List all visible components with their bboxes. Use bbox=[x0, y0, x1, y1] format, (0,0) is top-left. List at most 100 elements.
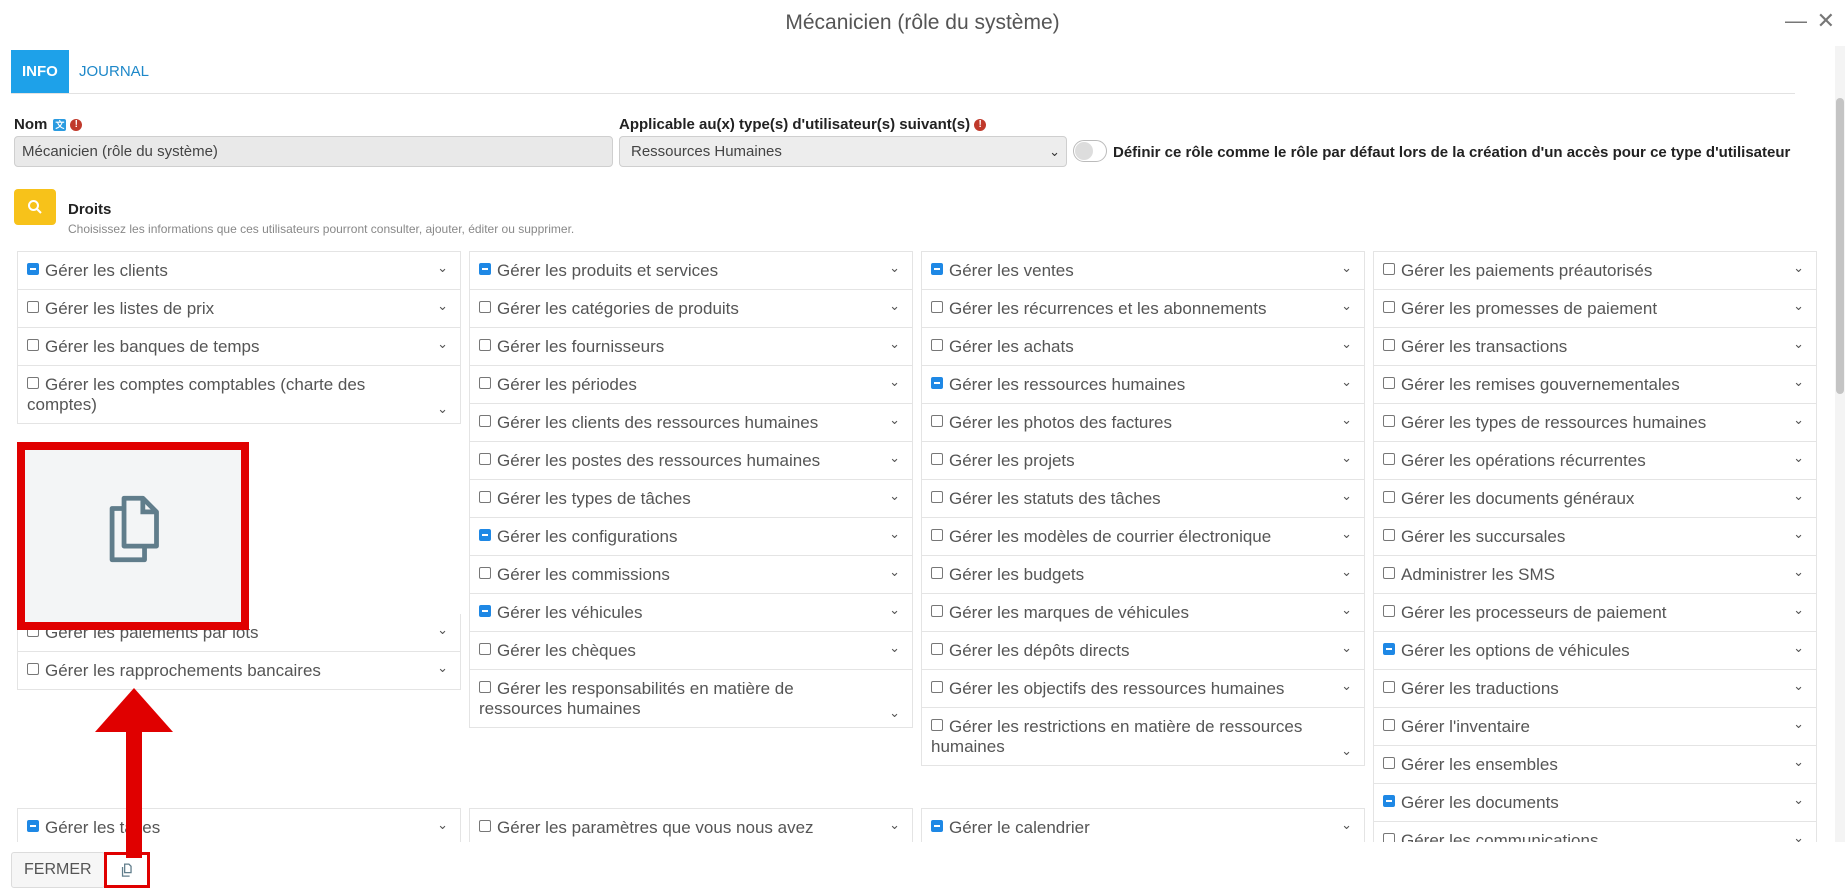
chevron-down-icon[interactable]: ⌄ bbox=[1341, 260, 1352, 276]
chevron-down-icon[interactable]: ⌄ bbox=[1341, 817, 1352, 833]
permission-item[interactable]: Gérer les dépôts directs ⌄ bbox=[921, 632, 1365, 670]
permission-item[interactable]: Gérer les remises gouvernementales ⌄ bbox=[1373, 366, 1817, 404]
permission-item[interactable]: Gérer les clients ⌄ bbox=[17, 251, 461, 290]
checkbox[interactable] bbox=[1383, 301, 1395, 313]
checkbox[interactable] bbox=[1383, 719, 1395, 731]
checkbox[interactable] bbox=[479, 415, 491, 427]
name-input[interactable]: Mécanicien (rôle du système) bbox=[14, 136, 613, 167]
permission-item[interactable]: Gérer les statuts des tâches ⌄ bbox=[921, 480, 1365, 518]
chevron-down-icon[interactable]: ⌄ bbox=[1793, 754, 1804, 770]
permission-item[interactable]: Gérer les ventes ⌄ bbox=[921, 251, 1365, 290]
chevron-down-icon[interactable]: ⌄ bbox=[1793, 374, 1804, 390]
permission-item[interactable]: Gérer l'inventaire ⌄ bbox=[1373, 708, 1817, 746]
default-role-toggle[interactable] bbox=[1073, 140, 1107, 162]
chevron-down-icon[interactable]: ⌄ bbox=[1793, 602, 1804, 618]
permission-item[interactable]: Gérer les récurrences et les abonnements… bbox=[921, 290, 1365, 328]
checkbox[interactable] bbox=[27, 339, 39, 351]
partial-checkbox[interactable] bbox=[479, 529, 491, 541]
tab-info[interactable]: INFO bbox=[11, 50, 69, 93]
chevron-down-icon[interactable]: ⌄ bbox=[889, 526, 900, 542]
chevron-down-icon[interactable]: ⌄ bbox=[889, 602, 900, 618]
chevron-down-icon[interactable]: ⌄ bbox=[437, 401, 448, 417]
permission-item[interactable]: Gérer les banques de temps ⌄ bbox=[17, 328, 461, 366]
permission-item[interactable]: Gérer les rapprochements bancaires ⌄ bbox=[17, 652, 461, 690]
permission-item[interactable]: Gérer les ensembles ⌄ bbox=[1373, 746, 1817, 784]
permission-item[interactable]: Gérer les clients des ressources humaine… bbox=[469, 404, 913, 442]
close-button[interactable]: FERMER bbox=[11, 852, 105, 888]
permission-item[interactable]: Gérer les transactions ⌄ bbox=[1373, 328, 1817, 366]
checkbox[interactable] bbox=[931, 415, 943, 427]
checkbox[interactable] bbox=[479, 377, 491, 389]
chevron-down-icon[interactable]: ⌄ bbox=[1793, 260, 1804, 276]
permission-item[interactable]: Gérer les documents ⌄ bbox=[1373, 784, 1817, 822]
chevron-down-icon[interactable]: ⌄ bbox=[437, 298, 448, 314]
checkbox[interactable] bbox=[27, 301, 39, 313]
partial-checkbox[interactable] bbox=[1383, 795, 1395, 807]
checkbox[interactable] bbox=[931, 301, 943, 313]
chevron-down-icon[interactable]: ⌄ bbox=[1341, 450, 1352, 466]
permission-item[interactable]: Gérer les modèles de courrier électroniq… bbox=[921, 518, 1365, 556]
chevron-down-icon[interactable]: ⌄ bbox=[889, 564, 900, 580]
partial-checkbox[interactable] bbox=[27, 263, 39, 275]
translate-icon[interactable]: 文 bbox=[53, 119, 67, 132]
checkbox[interactable] bbox=[27, 663, 39, 675]
chevron-down-icon[interactable]: ⌄ bbox=[437, 260, 448, 276]
close-icon[interactable]: ✕ bbox=[1817, 8, 1835, 34]
checkbox[interactable] bbox=[1383, 567, 1395, 579]
checkbox[interactable] bbox=[931, 491, 943, 503]
checkbox[interactable] bbox=[479, 339, 491, 351]
chevron-down-icon[interactable]: ⌄ bbox=[1341, 743, 1352, 759]
checkbox[interactable] bbox=[479, 681, 491, 693]
chevron-down-icon[interactable]: ⌄ bbox=[1793, 336, 1804, 352]
permission-item[interactable]: Gérer les objectifs des ressources humai… bbox=[921, 670, 1365, 708]
permission-item[interactable]: Gérer les ressources humaines ⌄ bbox=[921, 366, 1365, 404]
permission-item[interactable]: Gérer les chèques ⌄ bbox=[469, 632, 913, 670]
permission-item[interactable]: Gérer les fournisseurs ⌄ bbox=[469, 328, 913, 366]
checkbox[interactable] bbox=[931, 681, 943, 693]
minimize-icon[interactable]: — bbox=[1785, 8, 1807, 34]
checkbox[interactable] bbox=[931, 453, 943, 465]
chevron-down-icon[interactable]: ⌄ bbox=[1793, 640, 1804, 656]
scrollbar[interactable] bbox=[1835, 46, 1845, 842]
chevron-down-icon[interactable]: ⌄ bbox=[1793, 792, 1804, 808]
chevron-down-icon[interactable]: ⌄ bbox=[1793, 450, 1804, 466]
checkbox[interactable] bbox=[931, 643, 943, 655]
checkbox[interactable] bbox=[931, 605, 943, 617]
checkbox[interactable] bbox=[479, 567, 491, 579]
permission-item[interactable]: Gérer les documents généraux ⌄ bbox=[1373, 480, 1817, 518]
checkbox[interactable] bbox=[931, 339, 943, 351]
permission-item[interactable]: Gérer les responsabilités en matière de … bbox=[469, 670, 913, 728]
usertype-select[interactable]: Ressources Humaines ⌄ bbox=[619, 136, 1067, 167]
chevron-down-icon[interactable]: ⌄ bbox=[889, 705, 900, 721]
checkbox[interactable] bbox=[1383, 415, 1395, 427]
checkbox[interactable] bbox=[479, 491, 491, 503]
checkbox[interactable] bbox=[1383, 453, 1395, 465]
permission-item[interactable]: Gérer les produits et services ⌄ bbox=[469, 251, 913, 290]
chevron-down-icon[interactable]: ⌄ bbox=[1341, 678, 1352, 694]
partial-checkbox[interactable] bbox=[27, 820, 39, 832]
permission-item[interactable]: Gérer les commissions ⌄ bbox=[469, 556, 913, 594]
chevron-down-icon[interactable]: ⌄ bbox=[889, 374, 900, 390]
chevron-down-icon[interactable]: ⌄ bbox=[889, 817, 900, 833]
chevron-down-icon[interactable]: ⌄ bbox=[1341, 488, 1352, 504]
partial-checkbox[interactable] bbox=[479, 263, 491, 275]
chevron-down-icon[interactable]: ⌄ bbox=[1793, 716, 1804, 732]
tab-journal[interactable]: JOURNAL bbox=[68, 50, 160, 93]
checkbox[interactable] bbox=[1383, 377, 1395, 389]
chevron-down-icon[interactable]: ⌄ bbox=[437, 336, 448, 352]
permission-item[interactable]: Gérer les types de ressources humaines ⌄ bbox=[1373, 404, 1817, 442]
chevron-down-icon[interactable]: ⌄ bbox=[1341, 564, 1352, 580]
permission-item[interactable]: Gérer les périodes ⌄ bbox=[469, 366, 913, 404]
permission-item[interactable]: Gérer les comptes comptables (charte des… bbox=[17, 366, 461, 424]
permission-item[interactable]: Gérer les postes des ressources humaines… bbox=[469, 442, 913, 480]
chevron-down-icon[interactable]: ⌄ bbox=[1793, 412, 1804, 428]
chevron-down-icon[interactable]: ⌄ bbox=[889, 412, 900, 428]
permission-item[interactable]: Gérer les véhicules ⌄ bbox=[469, 594, 913, 632]
partial-checkbox[interactable] bbox=[1383, 643, 1395, 655]
chevron-down-icon[interactable]: ⌄ bbox=[889, 488, 900, 504]
partial-checkbox[interactable] bbox=[931, 377, 943, 389]
chevron-down-icon[interactable]: ⌄ bbox=[1341, 640, 1352, 656]
permission-item[interactable]: Gérer les paiements préautorisés ⌄ bbox=[1373, 251, 1817, 290]
permission-item[interactable]: Gérer les photos des factures ⌄ bbox=[921, 404, 1365, 442]
checkbox[interactable] bbox=[931, 529, 943, 541]
